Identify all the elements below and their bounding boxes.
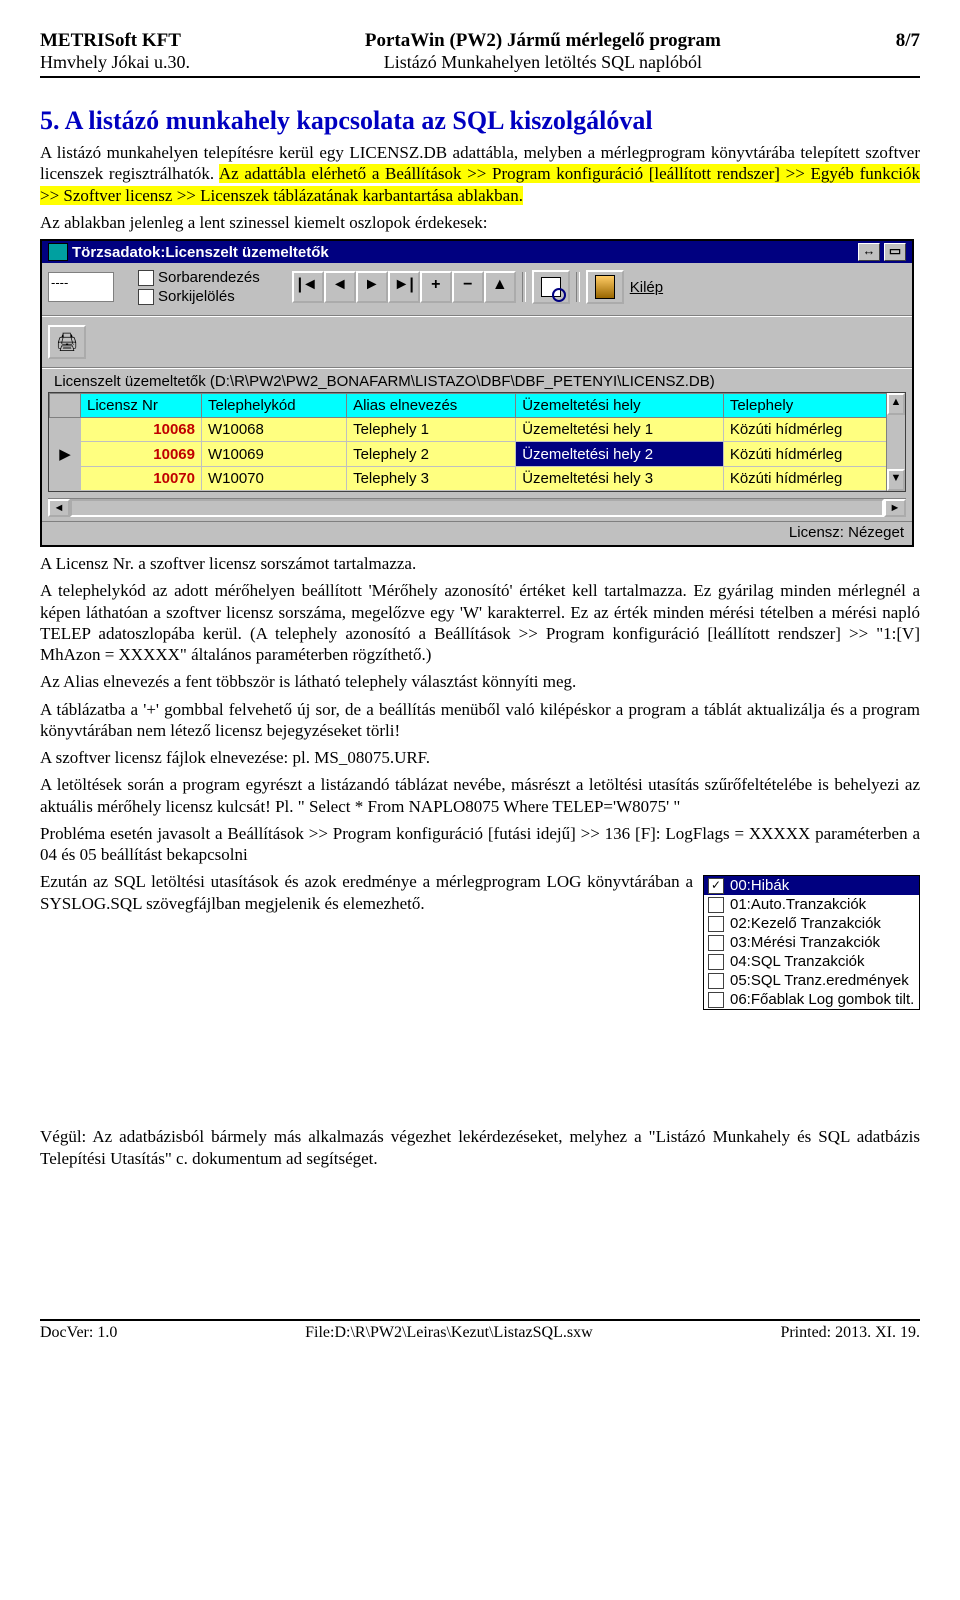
- col-licensz-nr[interactable]: Licensz Nr: [81, 394, 202, 418]
- scroll-left-icon[interactable]: ◄: [48, 499, 70, 517]
- logopt-04[interactable]: 04:SQL Tranzakciók: [704, 952, 919, 971]
- row-marker: ▶: [50, 442, 81, 467]
- group-label: Licenszelt üzemeltetők (D:\R\PW2\PW2_BON…: [42, 373, 912, 390]
- grid-header-row: Licensz Nr Telephelykód Alias elnevezés …: [50, 394, 905, 418]
- nav-add-button[interactable]: +: [420, 271, 452, 303]
- col-alias[interactable]: Alias elnevezés: [347, 394, 516, 418]
- vertical-scrollbar[interactable]: ▲ ▼: [886, 393, 905, 491]
- status-text: Licensz: Nézeget: [789, 524, 904, 541]
- nav-next-button[interactable]: ►: [356, 271, 388, 303]
- logopt-05[interactable]: 05:SQL Tranz.eredmények: [704, 971, 919, 990]
- resize-icon[interactable]: ↔: [858, 243, 880, 261]
- window-titlebar: Törzsadatok:Licenszelt üzemeltetők ↔ ▭: [42, 241, 912, 263]
- paragraph-telephelykod: A telephelykód az adott mérőhelyen beáll…: [40, 580, 920, 665]
- code-field[interactable]: ----: [48, 272, 114, 302]
- app-title: PortaWin (PW2) Jármű mérlegelő program: [365, 30, 721, 52]
- record-navigator: |◄ ◄ ► ►| + − ▲: [292, 271, 516, 303]
- table-row[interactable]: ▶ 10069 W10069 Telephely 2 Üzemeltetési …: [50, 442, 905, 467]
- nav-prev-button[interactable]: ◄: [324, 271, 356, 303]
- select-row-checkbox[interactable]: Sorkijelölés: [138, 288, 260, 305]
- nav-delete-button[interactable]: −: [452, 271, 484, 303]
- company-name: METRISoft KFT: [40, 30, 190, 52]
- section-title: 5. A listázó munkahely kapcsolata az SQL…: [40, 106, 920, 136]
- lookup-button[interactable]: [532, 270, 570, 304]
- footer-filepath: File:D:\R\PW2\Leiras\Kezut\ListazSQL.sxw: [305, 1324, 593, 1342]
- intro-paragraph-2: Az ablakban jelenleg a lent szinessel ki…: [40, 212, 920, 233]
- logopt-02[interactable]: 02:Kezelő Tranzakciók: [704, 914, 919, 933]
- license-grid: Licensz Nr Telephelykód Alias elnevezés …: [48, 392, 906, 492]
- footer-docver: DocVer: 1.0: [40, 1324, 117, 1342]
- window-title: Törzsadatok:Licenszelt üzemeltetők: [72, 244, 329, 261]
- logopt-00[interactable]: ✓00:Hibák: [704, 876, 919, 895]
- col-telephely[interactable]: Telephely: [723, 394, 904, 418]
- paragraph-alias: Az Alias elnevezés a fent többször is lá…: [40, 671, 920, 692]
- logopt-06[interactable]: 06:Főablak Log gombok tilt.: [704, 990, 919, 1009]
- nav-first-button[interactable]: |◄: [292, 271, 324, 303]
- footer-printed: Printed: 2013. XI. 19.: [780, 1324, 920, 1342]
- app-subtitle: Listázó Munkahelyen letöltés SQL naplóbó…: [365, 52, 721, 73]
- paragraph-final: Végül: Az adatbázisból bármely más alkal…: [40, 1126, 920, 1169]
- paragraph-plus-button: A táblázatba a '+' gombbal felvehető új …: [40, 699, 920, 742]
- horizontal-scrollbar[interactable]: ◄ ►: [48, 498, 906, 517]
- row-marker: [50, 418, 81, 442]
- paragraph-logflags: Probléma esetén javasolt a Beállítások >…: [40, 823, 920, 866]
- window-toolbar: ---- Sorbarendezés Sorkijelölés |◄ ◄ ► ►…: [42, 263, 912, 311]
- intro-paragraph-1: A listázó munkahelyen telepítésre kerül …: [40, 142, 920, 206]
- scroll-up-icon[interactable]: ▲: [887, 393, 905, 415]
- print-button[interactable]: [48, 325, 86, 359]
- table-row[interactable]: 10068 W10068 Telephely 1 Üzemeltetési he…: [50, 418, 905, 442]
- license-window: Törzsadatok:Licenszelt üzemeltetők ↔ ▭ -…: [40, 239, 914, 547]
- scroll-down-icon[interactable]: ▼: [887, 469, 905, 491]
- page-header: METRISoft KFT Hmvhely Jókai u.30. PortaW…: [40, 30, 920, 78]
- maximize-icon[interactable]: ▭: [884, 243, 906, 261]
- row-marker: [50, 467, 81, 491]
- nav-last-button[interactable]: ►|: [388, 271, 420, 303]
- paragraph-filename: A szoftver licensz fájlok elnevezése: pl…: [40, 747, 920, 768]
- status-bar: Licensz: Nézeget: [42, 521, 912, 545]
- rowhead: [50, 394, 81, 418]
- logopt-03[interactable]: 03:Mérési Tranzakciók: [704, 933, 919, 952]
- col-telephelykod[interactable]: Telephelykód: [201, 394, 346, 418]
- scroll-right-icon[interactable]: ►: [884, 499, 906, 517]
- exit-button[interactable]: [586, 270, 624, 304]
- page-footer: DocVer: 1.0 File:D:\R\PW2\Leiras\Kezut\L…: [40, 1319, 920, 1342]
- paragraph-download: A letöltések során a program egyrészt a …: [40, 774, 920, 817]
- page-number: 8/7: [896, 30, 920, 73]
- paragraph-licensz-nr: A Licensz Nr. a szoftver licensz sorszám…: [40, 553, 920, 574]
- company-address: Hmvhely Jókai u.30.: [40, 52, 190, 73]
- logflags-panel: ✓00:Hibák 01:Auto.Tranzakciók 02:Kezelő …: [703, 875, 920, 1010]
- sort-checkbox[interactable]: Sorbarendezés: [138, 269, 260, 286]
- logopt-01[interactable]: 01:Auto.Tranzakciók: [704, 895, 919, 914]
- table-row[interactable]: 10070 W10070 Telephely 3 Üzemeltetési he…: [50, 467, 905, 491]
- exit-label: Kilép: [630, 279, 663, 296]
- window-icon: [48, 243, 68, 261]
- col-uzemeltetesi-hely[interactable]: Üzemeltetési hely: [516, 394, 724, 418]
- nav-edit-button[interactable]: ▲: [484, 271, 516, 303]
